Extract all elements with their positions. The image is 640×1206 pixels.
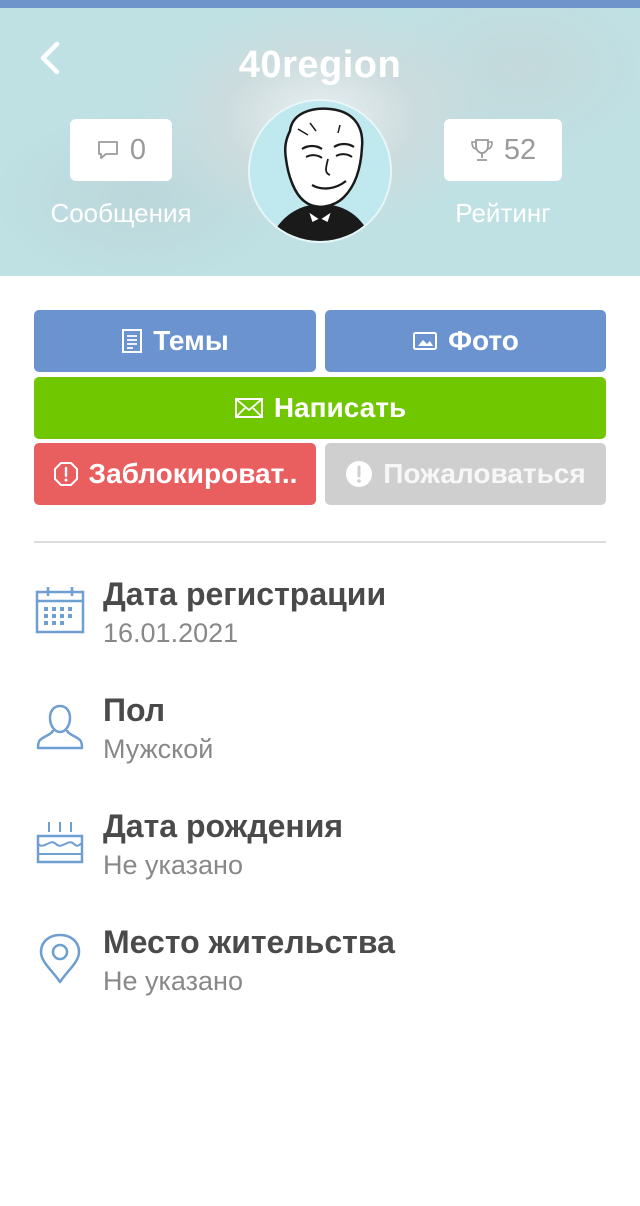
rating-label: Рейтинг <box>455 198 551 228</box>
warning-octagon-icon <box>53 462 78 486</box>
info-item-registration-date: Дата регистрации 16.01.2021 <box>34 576 606 676</box>
messages-count: 0 <box>129 133 147 166</box>
info-item-gender: Пол Мужской <box>34 692 606 792</box>
cake-icon <box>36 822 84 864</box>
image-icon <box>413 332 438 350</box>
page-title: 40region <box>238 44 402 86</box>
document-icon <box>122 329 143 353</box>
speech-bubble-icon <box>98 141 118 159</box>
info-item-birth-date: Дата рождения Не указано <box>34 808 606 908</box>
info-value: 16.01.2021 <box>103 618 239 648</box>
report-button[interactable]: Пожаловаться <box>325 443 606 505</box>
avatar[interactable] <box>248 99 392 243</box>
info-value: Не указано <box>103 850 243 880</box>
avatar-image <box>250 101 390 241</box>
info-title: Дата рождения <box>103 808 344 844</box>
status-bar-strip <box>0 0 640 8</box>
info-title: Пол <box>103 692 166 728</box>
write-message-button[interactable]: Написать <box>34 377 606 439</box>
messages-label: Сообщения <box>50 198 192 228</box>
rating-button[interactable]: 52 <box>444 119 562 181</box>
info-value: Мужской <box>103 734 214 764</box>
info-title: Место жительства <box>103 924 395 960</box>
rating-value: 52 <box>503 133 537 166</box>
profile-header: 40region 0 Сообщения 52 Рейтинг <box>0 8 640 276</box>
location-pin-icon <box>39 933 81 984</box>
envelope-icon <box>234 398 263 418</box>
info-title: Дата регистрации <box>103 576 387 612</box>
calendar-icon <box>35 587 85 634</box>
block-user-button[interactable]: Заблокироват.. <box>34 443 316 505</box>
report-label: Пожаловаться <box>383 458 586 489</box>
messages-count-button[interactable]: 0 <box>70 119 172 181</box>
photo-button[interactable]: Фото <box>325 310 606 372</box>
trophy-icon <box>471 139 493 161</box>
themes-label: Темы <box>153 325 229 356</box>
write-label: Написать <box>273 392 407 423</box>
photo-label: Фото <box>448 325 519 356</box>
themes-button[interactable]: Темы <box>34 310 316 372</box>
exclamation-circle-icon <box>346 461 373 487</box>
user-icon <box>36 704 84 750</box>
section-divider <box>34 541 606 543</box>
block-label: Заблокироват.. <box>88 458 298 489</box>
info-item-residence: Место жительства Не указано <box>34 924 606 1024</box>
info-value: Не указано <box>103 966 243 996</box>
